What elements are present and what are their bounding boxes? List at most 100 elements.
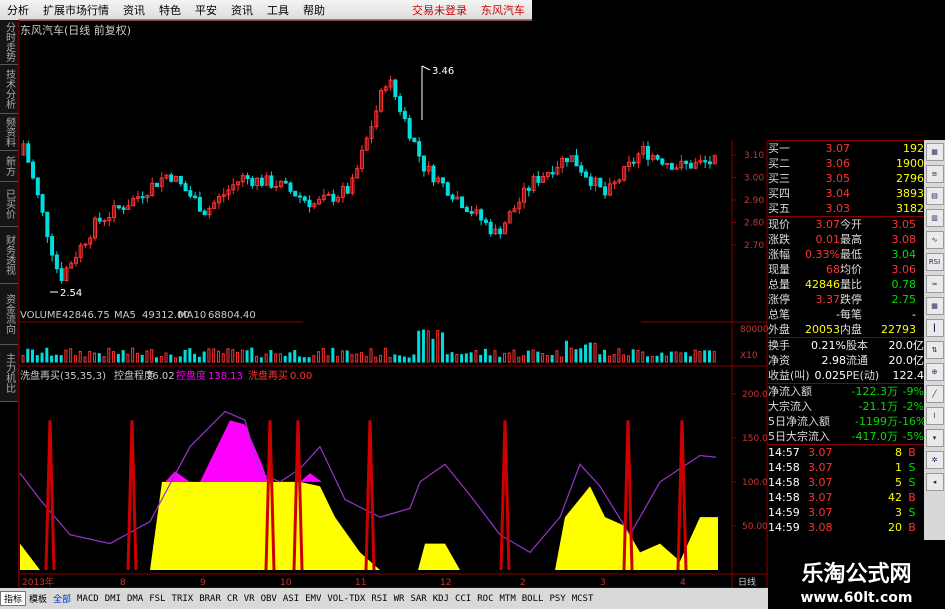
candle-body — [665, 163, 670, 166]
line-icon[interactable]: ╱ — [925, 385, 944, 403]
volume-bar — [417, 330, 421, 363]
quote-row: 现量 68 均价 3.06 — [768, 262, 924, 277]
indicator-tab-21[interactable]: MTM — [497, 594, 519, 604]
red-spike-0 — [44, 420, 56, 571]
x-axis-label: 9 — [200, 578, 206, 588]
rsi-icon[interactable]: RSI — [925, 253, 944, 271]
indicator-tab-20[interactable]: ROC — [474, 594, 496, 604]
candle-body — [645, 146, 650, 160]
pulse-icon[interactable]: ⌇ — [925, 407, 944, 425]
tick-price: 3.08 — [808, 521, 833, 534]
volume-bar — [312, 355, 316, 363]
flow-pct: -5% — [902, 430, 924, 443]
arrow-icon[interactable]: ◂ — [925, 473, 944, 491]
indicator-tab-11[interactable]: OBV — [258, 594, 280, 604]
indicator-tab-18[interactable]: KDJ — [430, 594, 452, 604]
 — [850, 186, 878, 201]
table-icon[interactable]: ▦ — [925, 297, 944, 315]
indicator-tab-0[interactable]: 指标 — [0, 591, 27, 606]
quote-row: 涨幅 0.33% 最低 3.04 — [768, 247, 924, 262]
list-icon[interactable]: ≡ — [925, 165, 944, 183]
stat-value: 68 — [826, 263, 840, 276]
indicator-tab-23[interactable]: PSY — [546, 594, 568, 604]
indicator-tab-17[interactable]: SAR — [407, 594, 429, 604]
 — [850, 171, 878, 186]
wave-icon[interactable]: ≈ — [925, 275, 944, 293]
candle-body — [564, 157, 569, 163]
candle-body — [178, 175, 183, 185]
tick-side: S — [908, 461, 916, 474]
indicator-tab-14[interactable]: VOL-TDX — [324, 594, 368, 604]
candle-icon[interactable]: ┃ — [925, 319, 944, 337]
volume-bar — [379, 355, 383, 363]
indicator-tab-5[interactable]: DMA — [124, 594, 146, 604]
flow-value: -1199万 — [855, 415, 898, 428]
indicator-tab-7[interactable]: TRIX — [169, 594, 197, 604]
volume-bar — [221, 353, 225, 363]
volume-bar — [283, 355, 287, 363]
pink-area — [165, 420, 268, 482]
indicator-tab-3[interactable]: MACD — [74, 594, 102, 604]
tick-price: 3.07 — [808, 461, 833, 474]
candle-body — [140, 196, 145, 199]
indicator-axis-label: 150.0 — [742, 434, 768, 444]
toolbar-icons: ▦ ≡ ▤ ▥ ∿ RSI ≈ ▦ ┃ ⇅ ⊕ ╱ ⌇ ▾ ✲ ◂ — [924, 140, 945, 540]
candle-body — [121, 207, 126, 210]
candle-body — [703, 160, 708, 163]
candle-body — [169, 174, 174, 182]
indicator-tab-4[interactable]: DMI — [102, 594, 124, 604]
zoom-icon[interactable]: ⊕ — [925, 363, 944, 381]
volume-bar — [693, 349, 697, 363]
quote-row: 收益(叫) 0.025 PE(动) 122.4 — [768, 368, 924, 383]
indicator-tab-1[interactable]: 模板 — [26, 592, 50, 605]
volume-bar — [536, 351, 540, 363]
volume-bar — [236, 351, 240, 363]
indicator-tab-6[interactable]: FSL — [146, 594, 168, 604]
volume-bar — [502, 352, 506, 363]
tick-time: 14:58 — [768, 476, 800, 489]
volume-bar — [35, 355, 39, 363]
indicator-tab-13[interactable]: EMV — [302, 594, 324, 604]
volume-bar — [483, 348, 487, 363]
volume-bar — [231, 349, 235, 363]
volume-bar — [631, 349, 635, 363]
bars-icon[interactable]: ▥ — [925, 209, 944, 227]
volume-bar — [88, 351, 92, 363]
candle-body — [250, 178, 255, 187]
down-icon[interactable]: ▾ — [925, 429, 944, 447]
candle-body — [26, 143, 31, 163]
candle-body — [393, 79, 398, 98]
stat-value: - — [836, 308, 840, 321]
indicator-tab-19[interactable]: CCI — [452, 594, 474, 604]
candle-body — [102, 220, 107, 223]
indicator-tab-2[interactable]: 全部 — [50, 592, 74, 605]
trend-icon[interactable]: ∿ — [925, 231, 944, 249]
bid-label: 买三 — [768, 172, 790, 185]
indicator-tab-9[interactable]: CR — [224, 594, 241, 604]
k3-value: 0.00 — [290, 371, 312, 382]
watermark: 乐淘公式网 www.60lt.com — [768, 552, 945, 609]
candle-body — [417, 141, 422, 157]
volume-bar — [45, 347, 49, 363]
flow-label: 5日净流入额 — [768, 415, 830, 428]
volume-bar — [564, 340, 568, 363]
volume-bar — [655, 355, 659, 363]
candle-body — [202, 210, 207, 216]
indicator-tab-22[interactable]: BOLL — [519, 594, 547, 604]
volume-bar — [445, 354, 449, 363]
indicator-tab-10[interactable]: VR — [241, 594, 258, 604]
indicator-tab-16[interactable]: WR — [391, 594, 408, 604]
volume-bar — [269, 350, 273, 363]
volume-bar — [178, 356, 182, 363]
indicator-tab-15[interactable]: RSI — [368, 594, 390, 604]
settings-icon[interactable]: ✲ — [925, 451, 944, 469]
compare-icon[interactable]: ⇅ — [925, 341, 944, 359]
grid-icon[interactable]: ▦ — [925, 143, 944, 161]
stat-label2: 最高 — [840, 233, 862, 246]
price-axis-label: 3.00 — [744, 174, 764, 184]
indicator-tab-24[interactable]: MCST — [569, 594, 597, 604]
stat-value2: 3.05 — [891, 218, 917, 231]
indicator-tab-12[interactable]: ASI — [280, 594, 302, 604]
chart-icon[interactable]: ▤ — [925, 187, 944, 205]
indicator-tab-8[interactable]: BRAR — [196, 594, 224, 604]
